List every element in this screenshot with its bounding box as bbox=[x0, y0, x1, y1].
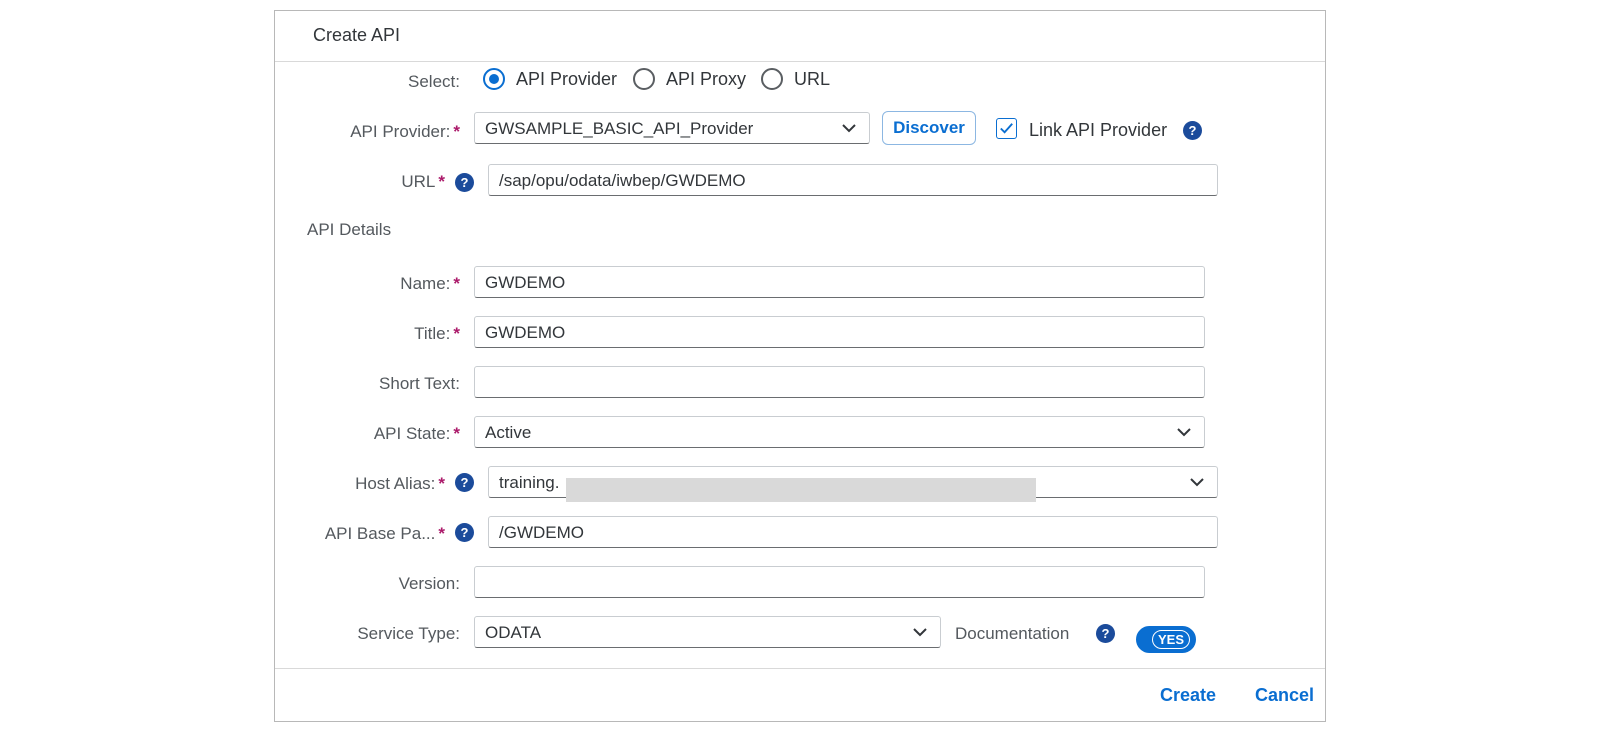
toggle-yes-label: YES bbox=[1152, 630, 1190, 649]
host-alias-value: training. bbox=[499, 473, 560, 492]
version-input[interactable] bbox=[474, 566, 1205, 598]
required-marker: * bbox=[438, 524, 445, 543]
title-value: GWDEMO bbox=[485, 323, 566, 342]
radio-url[interactable] bbox=[761, 68, 783, 90]
name-value: GWDEMO bbox=[485, 273, 566, 292]
url-input[interactable]: /sap/opu/odata/iwbep/GWDEMO bbox=[488, 164, 1218, 196]
help-icon[interactable]: ? bbox=[455, 173, 474, 192]
chevron-down-icon bbox=[1190, 478, 1204, 487]
api-state-label: API State: * bbox=[374, 424, 460, 444]
required-marker: * bbox=[453, 424, 460, 443]
required-marker: * bbox=[453, 274, 460, 293]
api-details-section-title: API Details bbox=[307, 220, 392, 239]
required-marker: * bbox=[453, 324, 460, 343]
short-text-input[interactable] bbox=[474, 366, 1205, 398]
title-label-text: Title: bbox=[414, 324, 451, 343]
cancel-button[interactable]: Cancel bbox=[1255, 685, 1314, 706]
radio-api-provider[interactable] bbox=[483, 68, 505, 90]
host-alias-label-text: Host Alias: bbox=[355, 474, 436, 493]
name-label-text: Name: bbox=[400, 274, 451, 293]
host-alias-label: Host Alias: * bbox=[355, 474, 445, 494]
help-icon[interactable]: ? bbox=[1183, 121, 1202, 140]
api-base-path-value: /GWDEMO bbox=[499, 523, 584, 542]
help-icon[interactable]: ? bbox=[1096, 624, 1115, 643]
chevron-down-icon bbox=[913, 628, 927, 637]
api-base-path-label: API Base Pa... * bbox=[325, 524, 445, 544]
service-type-label: Service Type: bbox=[357, 624, 460, 643]
link-api-provider-label: Link API Provider bbox=[1029, 120, 1168, 140]
documentation-toggle[interactable]: YES bbox=[1136, 626, 1196, 653]
required-marker: * bbox=[438, 474, 445, 493]
radio-api-proxy-label: API Proxy bbox=[666, 69, 747, 89]
title-input[interactable]: GWDEMO bbox=[474, 316, 1205, 348]
url-value: /sap/opu/odata/iwbep/GWDEMO bbox=[499, 171, 746, 190]
radio-api-provider-label: API Provider bbox=[516, 69, 618, 89]
dialog-header: Create API bbox=[275, 11, 1325, 62]
api-state-select[interactable]: Active bbox=[474, 416, 1205, 448]
api-state-value: Active bbox=[485, 423, 532, 442]
redacted-host-region bbox=[566, 478, 1036, 502]
link-api-provider-checkbox[interactable] bbox=[996, 118, 1017, 139]
api-provider-label-text: API Provider: bbox=[350, 122, 451, 141]
api-provider-value: GWSAMPLE_BASIC_API_Provider bbox=[485, 119, 754, 138]
dialog-footer: Create Cancel bbox=[275, 668, 1325, 721]
help-icon[interactable]: ? bbox=[455, 473, 474, 492]
help-icon[interactable]: ? bbox=[455, 523, 474, 542]
url-label-text: URL bbox=[401, 172, 436, 191]
chevron-down-icon bbox=[1177, 428, 1191, 437]
select-label: Select: bbox=[408, 72, 460, 91]
create-button[interactable]: Create bbox=[1160, 685, 1216, 706]
api-provider-label: API Provider: * bbox=[350, 122, 460, 142]
check-icon bbox=[1000, 123, 1013, 134]
version-label: Version: bbox=[398, 574, 460, 593]
url-label: URL * bbox=[401, 172, 445, 192]
required-marker: * bbox=[453, 122, 460, 141]
api-base-path-input[interactable]: /GWDEMO bbox=[488, 516, 1218, 548]
discover-button[interactable]: Discover bbox=[882, 111, 976, 145]
documentation-label: Documentation bbox=[955, 624, 1070, 643]
api-provider-select[interactable]: GWSAMPLE_BASIC_API_Provider bbox=[474, 112, 870, 144]
service-type-value: ODATA bbox=[485, 623, 542, 642]
title-label: Title: * bbox=[414, 324, 460, 344]
api-base-path-label-text: API Base Pa... bbox=[324, 524, 436, 543]
required-marker: * bbox=[438, 172, 445, 191]
short-text-label: Short Text: bbox=[379, 374, 460, 393]
radio-api-proxy[interactable] bbox=[633, 68, 655, 90]
name-label: Name: * bbox=[400, 274, 460, 294]
name-input[interactable]: GWDEMO bbox=[474, 266, 1205, 298]
radio-url-label: URL bbox=[794, 69, 831, 89]
api-state-label-text: API State: bbox=[373, 424, 451, 443]
service-type-select[interactable]: ODATA bbox=[474, 616, 941, 648]
chevron-down-icon bbox=[842, 124, 856, 133]
dialog-title: Create API bbox=[313, 25, 401, 45]
